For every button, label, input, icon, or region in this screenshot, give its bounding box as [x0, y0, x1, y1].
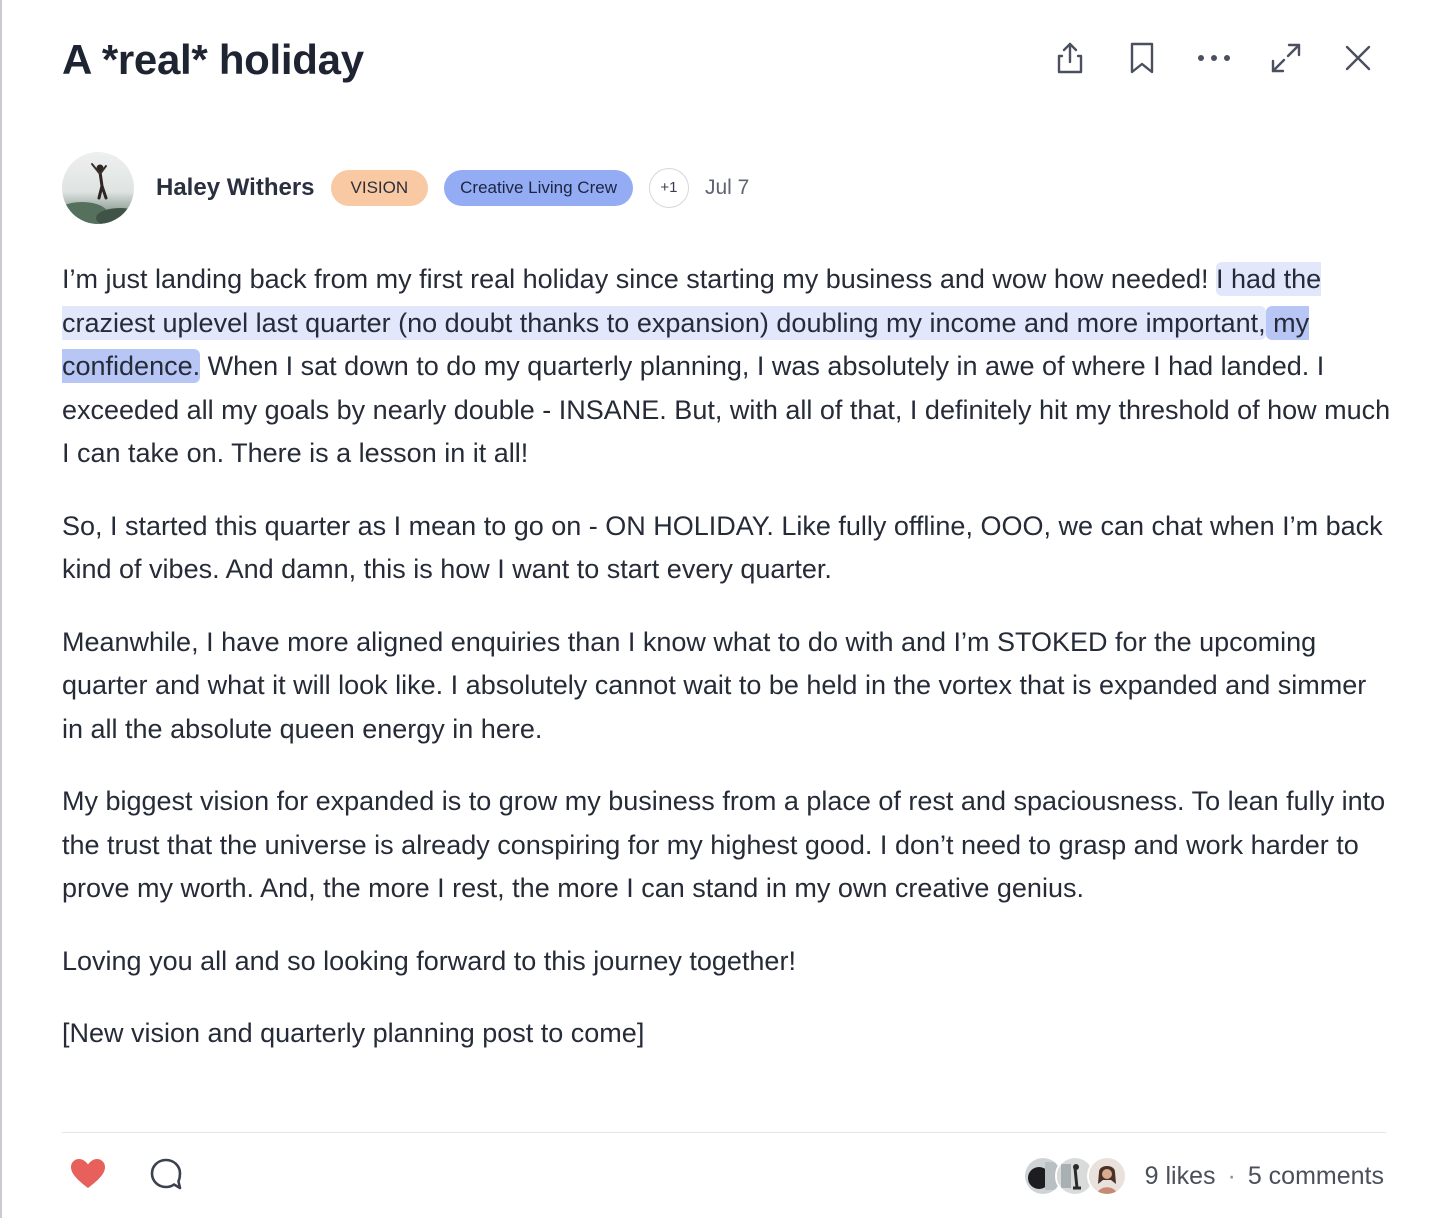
- crew-badge[interactable]: Creative Living Crew: [444, 170, 633, 206]
- liker-avatars[interactable]: [1022, 1156, 1127, 1196]
- footer-divider: [62, 1132, 1386, 1133]
- comments-count[interactable]: 5 comments: [1248, 1162, 1384, 1191]
- more-badges-button[interactable]: +1: [648, 168, 689, 208]
- bookmark-icon: [1130, 42, 1154, 74]
- more-icon: [1198, 55, 1230, 61]
- author-avatar[interactable]: [62, 152, 134, 224]
- comment-button[interactable]: [146, 1154, 186, 1194]
- paragraph-1-text-rest: When I sat down to do my quarterly plann…: [62, 351, 1391, 468]
- paragraph-3: Meanwhile, I have more aligned enquiries…: [62, 626, 1367, 744]
- author-name[interactable]: Haley Withers: [156, 174, 315, 202]
- post-body: I’m just landing back from my first real…: [62, 258, 1392, 1085]
- post-title: A *real* holiday: [62, 36, 364, 83]
- author-row: Haley Withers VISION Creative Living Cre…: [62, 152, 749, 224]
- paragraph-1: I’m just landing back from my first real…: [62, 258, 1392, 476]
- expand-icon: [1271, 43, 1301, 73]
- likes-count[interactable]: 9 likes: [1145, 1162, 1216, 1191]
- footer-actions: [68, 1154, 186, 1194]
- paragraph-2: So, I started this quarter as I mean to …: [62, 510, 1383, 585]
- more-options-button[interactable]: [1196, 36, 1232, 80]
- separator-dot: ·: [1227, 1161, 1236, 1190]
- post-modal: A *real* holiday Haley Withers VISION Cr…: [0, 0, 1436, 1218]
- close-button[interactable]: [1340, 36, 1376, 80]
- comment-icon: [150, 1158, 182, 1190]
- bookmark-button[interactable]: [1124, 36, 1160, 80]
- share-button[interactable]: [1052, 36, 1088, 80]
- paragraph-1-text: I’m just landing back from my first real…: [62, 264, 1217, 294]
- heart-icon: [71, 1159, 105, 1188]
- header-actions: [1052, 36, 1376, 80]
- share-icon: [1057, 42, 1083, 74]
- liker-avatar: [1086, 1156, 1127, 1196]
- paragraph-5: Loving you all and so looking forward to…: [62, 945, 796, 976]
- paragraph-4: My biggest vision for expanded is to gro…: [62, 786, 1386, 903]
- post-date: Jul 7: [704, 176, 750, 199]
- engagement-summary: 9 likes · 5 comments: [1022, 1154, 1384, 1198]
- close-icon: [1345, 45, 1371, 71]
- paragraph-6: [New vision and quarterly planning post …: [62, 1018, 645, 1048]
- vision-badge[interactable]: VISION: [330, 170, 429, 206]
- like-button[interactable]: [68, 1154, 108, 1194]
- expand-button[interactable]: [1268, 36, 1304, 80]
